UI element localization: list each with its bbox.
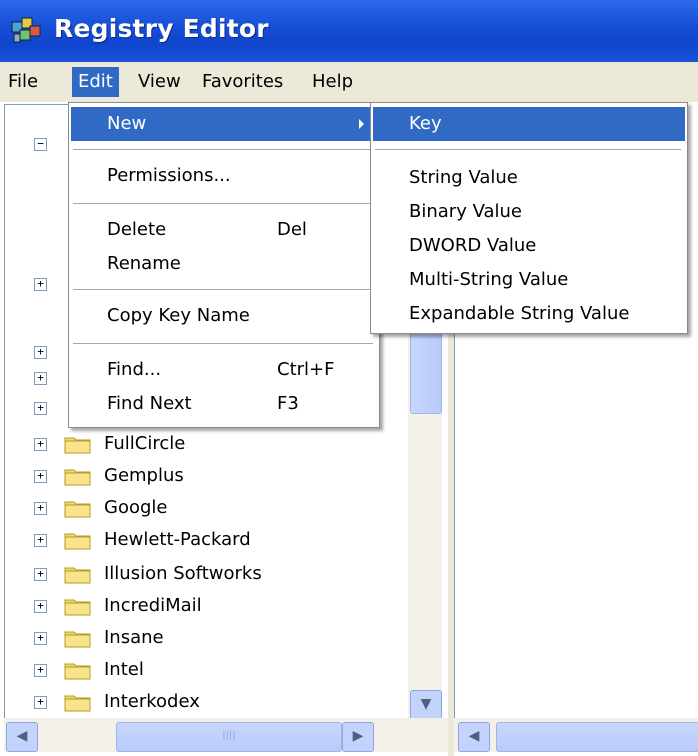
tree-item-label: Illusion Softworks [104,563,262,584]
expand-icon[interactable]: + [34,402,47,415]
menu-separator [375,149,681,150]
submenu-item-key-label: Key [409,113,442,134]
menu-separator [73,289,373,290]
submenu-item-dword-value[interactable]: DWORD Value [373,229,685,263]
tree-item-label: Hewlett-Packard [104,529,251,550]
chevron-right-icon: ▶ [352,728,364,744]
expand-icon[interactable]: + [34,372,47,385]
expand-icon[interactable]: + [34,502,47,515]
menu-item-new[interactable]: New [71,107,377,141]
expand-icon[interactable]: + [34,346,47,359]
submenu-item-key[interactable]: Key [373,107,685,141]
menu-separator [73,203,373,204]
submenu-item-expandable-string-value[interactable]: Expandable String Value [373,297,685,331]
tree-item-label: IncrediMail [104,595,202,616]
collapse-icon[interactable]: − [34,138,47,151]
submenu-item-binary-value-label: Binary Value [409,201,522,222]
menu-edit[interactable]: Edit [72,67,119,97]
new-submenu: Key String Value Binary Value DWORD Valu… [370,102,688,334]
menu-file[interactable]: File [2,67,44,97]
tree-item-label: Interkodex [104,691,200,712]
expand-icon[interactable]: + [34,470,47,483]
submenu-item-string-value-label: String Value [409,167,518,188]
grip-icon: |||| [222,730,236,741]
menu-item-delete[interactable]: Delete Del [71,213,377,247]
tree-item-label: Insane [104,627,164,648]
menu-item-copy-key-name-label: Copy Key Name [107,305,250,326]
chevron-left-icon: ◀ [16,728,28,744]
menu-item-find-label: Find... [107,359,162,380]
folder-icon [64,533,91,550]
expand-icon[interactable]: + [34,278,47,291]
folder-icon [64,501,91,518]
menu-item-permissions-label: Permissions... [107,165,231,186]
expand-icon[interactable]: + [34,438,47,451]
menu-favorites[interactable]: Favorites [196,67,289,97]
tree-item-label: FullCircle [104,433,186,454]
title-bar: Registry Editor [0,0,698,62]
chevron-down-icon: ▼ [420,696,432,712]
folder-icon [64,437,91,454]
scroll-down-button[interactable]: ▼ [410,690,442,720]
window-title: Registry Editor [54,14,269,43]
expand-icon[interactable]: + [34,664,47,677]
submenu-item-multi-string-value-label: Multi-String Value [409,269,569,290]
expand-icon[interactable]: + [34,632,47,645]
menu-item-find[interactable]: Find... Ctrl+F [71,353,377,387]
folder-icon [64,695,91,712]
delete-shortcut: Del [277,219,307,240]
expand-icon[interactable]: + [34,600,47,613]
edit-menu: New Permissions... Delete Del Rename Cop… [68,102,380,428]
scroll-right-button[interactable]: ▶ [342,722,374,752]
menu-separator [73,343,373,344]
horizontal-scroll-thumb[interactable]: |||| [116,722,342,752]
registry-editor-icon [10,14,44,46]
menu-item-copy-key-name[interactable]: Copy Key Name [71,299,377,333]
values-horizontal-scroll-thumb[interactable] [496,722,698,752]
menu-view[interactable]: View [132,67,187,97]
scroll-left-button[interactable]: ◀ [6,722,38,752]
submenu-item-binary-value[interactable]: Binary Value [373,195,685,229]
folder-icon [64,663,91,680]
menu-item-delete-label: Delete [107,219,167,240]
expand-icon[interactable]: + [34,534,47,547]
tree-item-label: Gemplus [104,465,184,486]
menu-item-permissions[interactable]: Permissions... [71,159,377,193]
folder-icon [64,469,91,486]
folder-icon [64,567,91,584]
values-scroll-left-button[interactable]: ◀ [458,722,490,752]
folder-icon [64,631,91,648]
menu-help[interactable]: Help [306,67,359,97]
menu-separator [73,149,373,150]
menu-item-new-label: New [107,113,147,134]
menu-item-find-next[interactable]: Find Next F3 [71,387,377,421]
submenu-arrow-icon [359,119,364,129]
expand-icon[interactable]: + [34,568,47,581]
expand-icon[interactable]: + [34,696,47,709]
tree-item-label: Intel [104,659,144,680]
submenu-item-expandable-string-value-label: Expandable String Value [409,303,630,324]
find-shortcut: Ctrl+F [277,359,335,380]
submenu-item-string-value[interactable]: String Value [373,161,685,195]
menu-item-rename[interactable]: Rename [71,247,377,281]
menu-bar: File Edit View Favorites Help [0,62,698,102]
menu-item-rename-label: Rename [107,253,181,274]
find-next-shortcut: F3 [277,393,299,414]
chevron-left-icon: ◀ [468,728,480,744]
tree-item-label: Google [104,497,168,518]
submenu-item-multi-string-value[interactable]: Multi-String Value [373,263,685,297]
menu-item-find-next-label: Find Next [107,393,192,414]
folder-icon [64,599,91,616]
submenu-item-dword-value-label: DWORD Value [409,235,537,256]
